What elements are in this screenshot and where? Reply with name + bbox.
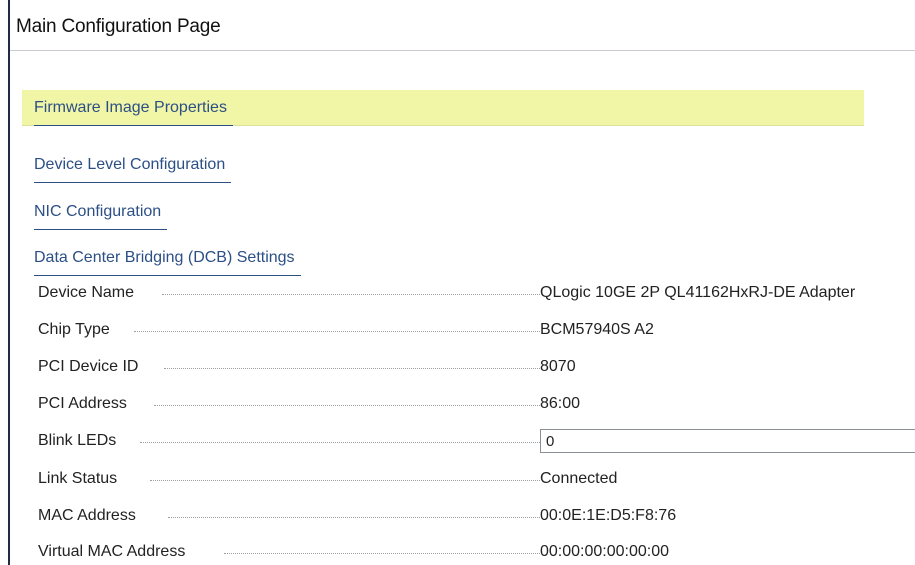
firmware-image-properties-link[interactable]: Firmware Image Properties xyxy=(22,90,864,126)
chip-type-leader xyxy=(134,331,540,332)
device-name-row: Device Name QLogic 10GE 2P QL41162HxRJ-D… xyxy=(38,280,915,308)
config-page-frame: Main Configuration Page Firmware Image P… xyxy=(8,0,915,565)
device-level-configuration-label: Device Level Configuration xyxy=(34,156,232,183)
virtual-mac-address-value: 00:00:00:00:00:00 xyxy=(540,543,670,560)
pci-address-row: PCI Address 86:00 xyxy=(38,391,915,419)
title-divider xyxy=(10,50,915,51)
link-status-leader xyxy=(150,480,540,481)
mac-address-label: MAC Address xyxy=(38,507,136,524)
virtual-mac-address-label: Virtual MAC Address xyxy=(38,543,186,560)
link-status-value: Connected xyxy=(540,470,618,487)
mac-address-value: 00:0E:1E:D5:F8:76 xyxy=(540,507,677,524)
device-level-configuration-link[interactable]: Device Level Configuration xyxy=(22,147,232,183)
device-name-label: Device Name xyxy=(38,284,135,301)
link-status-label: Link Status xyxy=(38,470,118,487)
link-status-row: Link Status Connected xyxy=(38,466,915,494)
pci-device-id-row: PCI Device ID 8070 xyxy=(38,354,915,382)
pci-address-leader xyxy=(154,405,540,406)
pci-device-id-leader xyxy=(164,368,540,369)
virtual-mac-address-leader xyxy=(224,553,540,554)
pci-device-id-value: 8070 xyxy=(540,358,576,375)
device-name-value: QLogic 10GE 2P QL41162HxRJ-DE Adapter xyxy=(540,284,856,301)
pci-address-label: PCI Address xyxy=(38,395,127,412)
dcb-settings-label: Data Center Bridging (DCB) Settings xyxy=(34,249,301,276)
firmware-image-properties-label: Firmware Image Properties xyxy=(34,99,233,126)
pci-address-value: 86:00 xyxy=(540,395,581,412)
chip-type-row: Chip Type BCM57940S A2 xyxy=(38,317,915,345)
dcb-settings-link[interactable]: Data Center Bridging (DCB) Settings xyxy=(22,240,301,276)
blink-leds-leader xyxy=(140,442,540,443)
mac-address-leader xyxy=(168,517,540,518)
pci-device-id-label: PCI Device ID xyxy=(38,358,139,375)
chip-type-label: Chip Type xyxy=(38,321,110,338)
blink-leds-row: Blink LEDs xyxy=(38,428,915,456)
blink-leds-label: Blink LEDs xyxy=(38,432,117,449)
page-title: Main Configuration Page xyxy=(16,16,221,37)
device-name-leader xyxy=(162,294,540,295)
virtual-mac-address-row: Virtual MAC Address 00:00:00:00:00:00 xyxy=(38,539,915,565)
chip-type-value: BCM57940S A2 xyxy=(540,321,654,338)
nic-configuration-link[interactable]: NIC Configuration xyxy=(22,194,168,230)
mac-address-row: MAC Address 00:0E:1E:D5:F8:76 xyxy=(38,503,915,531)
nic-configuration-label: NIC Configuration xyxy=(34,203,168,230)
blink-leds-input[interactable] xyxy=(540,429,915,453)
